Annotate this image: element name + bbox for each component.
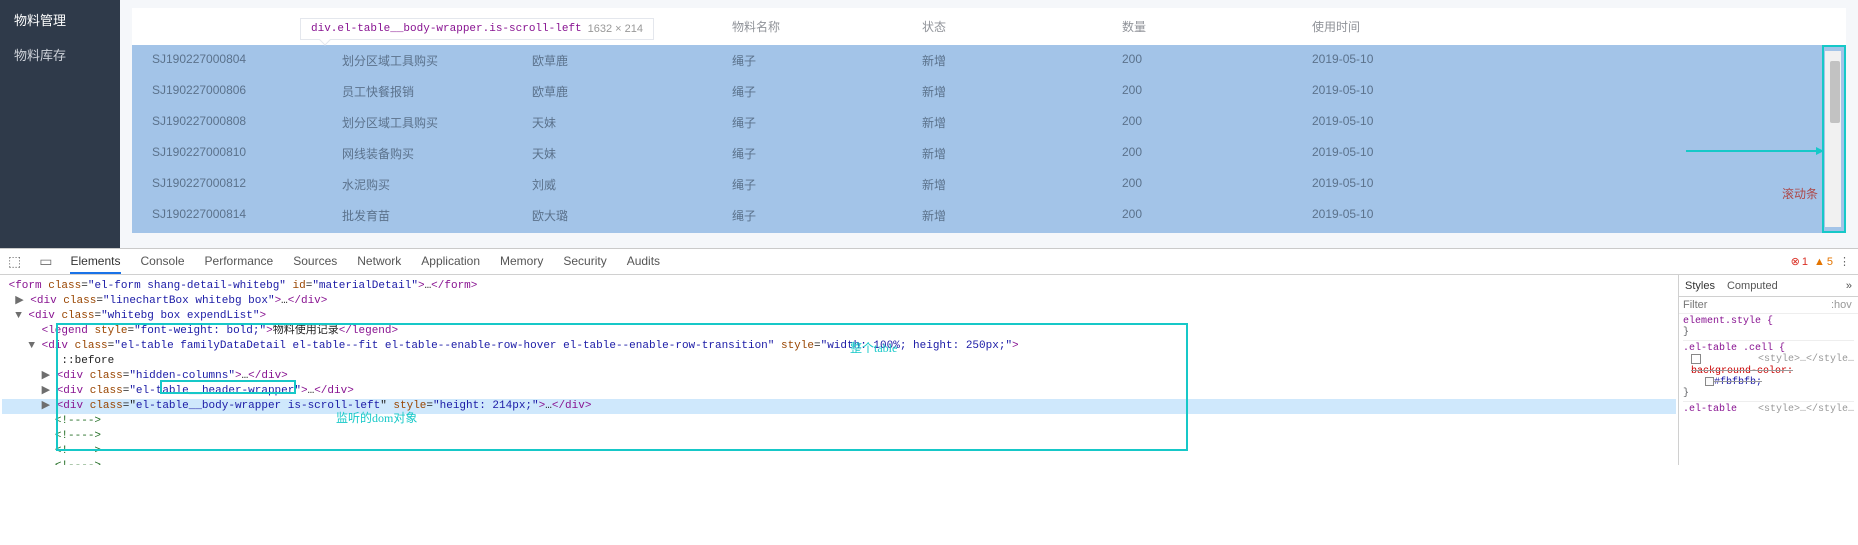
main-content: div.el-table__body-wrapper.is-scroll-lef…: [120, 0, 1858, 248]
tab-network[interactable]: Network: [357, 254, 401, 269]
col-header: 数量: [1122, 18, 1312, 35]
dom-comment[interactable]: <!---->: [2, 429, 1676, 444]
css-rules[interactable]: element.style { } .el-table .cell {<styl…: [1679, 314, 1858, 417]
sidebar-item-material-stock[interactable]: 物料库存: [0, 37, 120, 72]
tab-elements[interactable]: Elements: [70, 254, 120, 274]
tab-performance[interactable]: Performance: [205, 254, 274, 269]
warning-icon: ▲: [1814, 256, 1825, 268]
device-toggle-icon[interactable]: ▭: [39, 253, 52, 270]
sidebar: 物料管理 物料库存: [0, 0, 120, 248]
color-swatch-icon[interactable]: [1705, 377, 1714, 386]
error-icon: ⊗: [1791, 255, 1800, 268]
dom-comment[interactable]: <!---->: [2, 459, 1676, 465]
dom-comment[interactable]: <!---->: [2, 444, 1676, 459]
tab-security[interactable]: Security: [563, 254, 606, 269]
table-row[interactable]: SJ190227000804划分区域工具购买欧草鹿绳子新增2002019-05-…: [132, 45, 1846, 76]
tooltip-selector: div.el-table__body-wrapper.is-scroll-lef…: [311, 23, 582, 35]
dom-node[interactable]: <legend style="font-weight: bold;">物料使用记…: [2, 324, 1676, 339]
dom-node[interactable]: ▼ <div class="el-table familyDataDetail …: [2, 339, 1676, 354]
more-tabs-icon[interactable]: »: [1846, 280, 1852, 292]
tooltip-dimensions: 1632 × 214: [588, 23, 643, 35]
scrollbar-thumb[interactable]: [1830, 61, 1840, 123]
dom-node[interactable]: ▶ <div class="hidden-columns">…</div>: [2, 369, 1676, 384]
table-row[interactable]: SJ190227000814批发育苗欧大璐绳子新增2002019-05-10: [132, 200, 1846, 231]
elements-tree[interactable]: <form class="el-form shang-detail-whiteb…: [0, 275, 1678, 465]
table-row[interactable]: SJ190227000810网线装备购买天妹绳子新增2002019-05-10: [132, 138, 1846, 169]
warning-count-badge[interactable]: ▲5: [1814, 256, 1833, 268]
tab-memory[interactable]: Memory: [500, 254, 543, 269]
dom-node[interactable]: ▶ <div class="linechartBox whitebg box">…: [2, 294, 1676, 309]
more-icon[interactable]: ⋮: [1839, 255, 1850, 268]
annotation-arrow-icon: [1686, 150, 1822, 152]
table-row[interactable]: SJ190227000806员工快餐报销欧草鹿绳子新增2002019-05-10: [132, 76, 1846, 107]
table-row[interactable]: SJ190227000808划分区域工具购买天妹绳子新增2002019-05-1…: [132, 107, 1846, 138]
devtools-tabs: Elements Console Performance Sources Net…: [70, 254, 660, 269]
scrollbar-highlight: [1822, 45, 1846, 233]
tab-audits[interactable]: Audits: [627, 254, 660, 269]
tab-application[interactable]: Application: [421, 254, 480, 269]
annotation-label-dom: 监听的dom对象: [336, 409, 417, 426]
sidebar-item-material-mgmt[interactable]: 物料管理: [0, 2, 120, 37]
scrollbar-annotation: 滚动条: [1782, 185, 1818, 202]
dom-node-selected[interactable]: ▶ <div class="el-table__body-wrapper is-…: [2, 399, 1676, 414]
side-tab-computed[interactable]: Computed: [1727, 280, 1778, 292]
tab-console[interactable]: Console: [141, 254, 185, 269]
styles-filter-input[interactable]: [1683, 299, 1825, 311]
annotation-label-table: 整个table: [850, 339, 897, 356]
dom-node[interactable]: ▶ <div class="el-table__header-wrapper">…: [2, 384, 1676, 399]
dom-comment[interactable]: <!---->: [2, 414, 1676, 429]
side-tab-styles[interactable]: Styles: [1685, 280, 1715, 292]
dom-pseudo[interactable]: ::before: [2, 354, 1676, 369]
inspect-icon[interactable]: ⬚: [8, 253, 21, 270]
error-count-badge[interactable]: ⊗1: [1791, 255, 1808, 268]
inspect-tooltip: div.el-table__body-wrapper.is-scroll-lef…: [300, 18, 654, 40]
col-header: 使用时间: [1312, 18, 1492, 35]
tab-sources[interactable]: Sources: [293, 254, 337, 269]
property-checkbox[interactable]: [1691, 354, 1701, 364]
devtools-panel: ⬚ ▭ Elements Console Performance Sources…: [0, 248, 1858, 465]
devtools-toolbar: ⬚ ▭ Elements Console Performance Sources…: [0, 249, 1858, 275]
col-header: 状态: [922, 18, 1122, 35]
dom-node[interactable]: ▼ <div class="whitebg box expendList">: [2, 309, 1676, 324]
table-body[interactable]: SJ190227000804划分区域工具购买欧草鹿绳子新增2002019-05-…: [132, 45, 1846, 233]
material-table: 负责人 物料名称 状态 数量 使用时间 SJ190227000804划分区域工具…: [132, 8, 1846, 233]
styles-panel: Styles Computed » :hov .cls + element.st…: [1678, 275, 1858, 465]
hov-toggle[interactable]: :hov: [1831, 299, 1852, 311]
col-header: 物料名称: [732, 18, 922, 35]
table-row[interactable]: SJ190227000812水泥购买刘威绳子新增2002019-05-10: [132, 169, 1846, 200]
dom-node[interactable]: <form class="el-form shang-detail-whiteb…: [2, 279, 1676, 294]
